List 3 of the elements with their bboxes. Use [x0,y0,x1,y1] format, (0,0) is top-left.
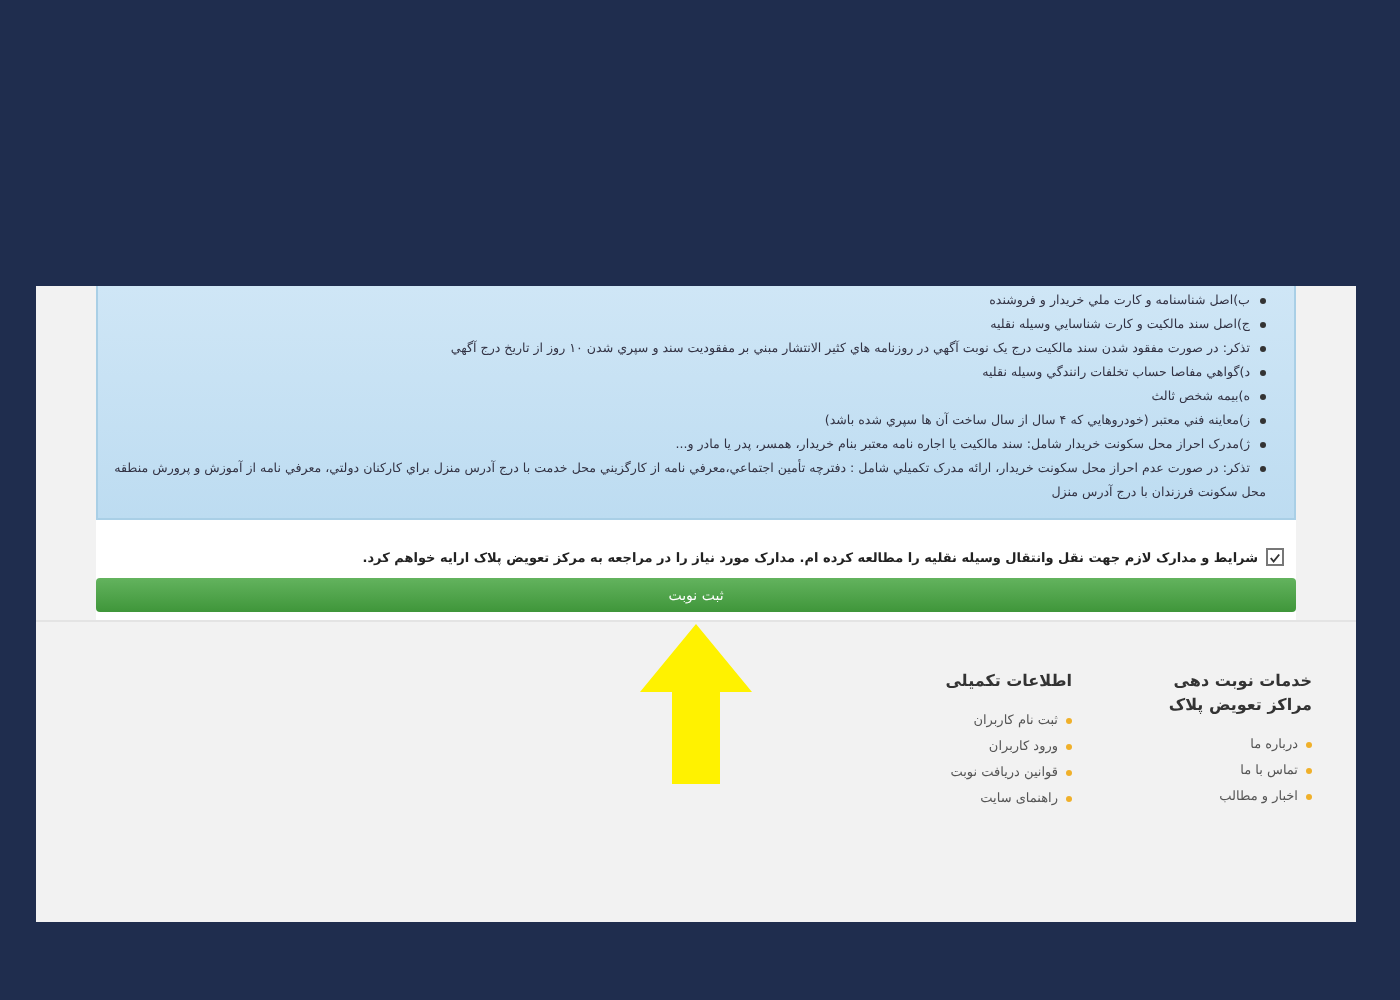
footer-heading: اطلاعات تکمیلی [943,670,1072,694]
checkbox[interactable] [1266,548,1284,566]
footer-heading: خدمات نوبت دهی مراکز تعویض پلاک [1166,670,1312,718]
